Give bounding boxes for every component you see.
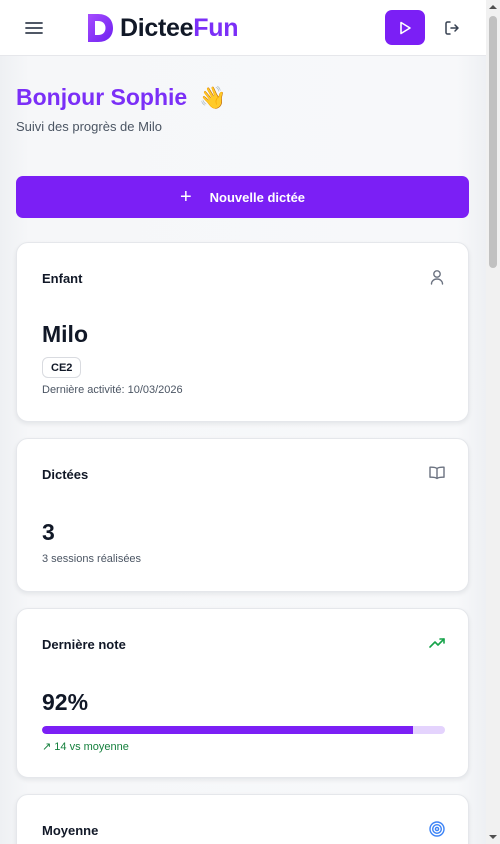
app-viewport: DicteeFun Bonjour Sophie 👋 Suivi des pro… [0,0,486,844]
trending-up-icon [429,638,445,648]
average-card-title: Moyenne [42,823,99,838]
last-score-card[interactable]: Dernière note 92% ↗ 14 vs moyenne [16,608,469,778]
child-card-title: Enfant [42,271,83,286]
last-score-value: 92% [42,689,89,715]
book-open-icon [429,466,445,480]
play-button[interactable] [385,10,425,45]
logout-icon [445,21,459,35]
dictations-count: 3 [42,519,55,545]
scroll-up-icon [489,5,497,9]
scroll-up-arrow[interactable] [486,0,500,14]
plus-icon: + [179,186,192,208]
menu-icon [25,22,43,34]
logout-button[interactable] [438,14,466,42]
app-logo[interactable]: DicteeFun [86,12,238,44]
new-dictation-button[interactable]: + Nouvelle dictée [16,176,469,218]
logo-text-part1: Dictee [120,13,194,42]
scroll-down-icon [489,835,497,839]
score-progress-fill [42,726,413,734]
logo-d-icon [88,14,113,42]
grade-badge: CE2 [42,357,82,378]
page-scrollbar[interactable] [486,0,500,844]
greeting-title: Bonjour Sophie [16,84,188,110]
score-progress-bar [42,726,445,734]
child-name: Milo [42,321,88,347]
dictations-caption: 3 sessions réalisées [42,553,142,565]
scroll-down-arrow[interactable] [486,830,500,844]
score-trend: ↗ 14 vs moyenne [42,741,129,753]
dictations-card-title: Dictées [42,467,89,482]
last-score-card-title: Dernière note [42,637,126,652]
dashboard-content: Bonjour Sophie 👋 Suivi des progrès de Mi… [0,56,486,844]
average-card[interactable]: Moyenne [16,794,469,844]
scroll-thumb[interactable] [489,16,497,268]
child-card[interactable]: Enfant Milo CE2 Dernière activité: 10/03… [16,242,469,422]
greeting-subtitle: Suivi des progrès de Milo [16,119,162,134]
play-icon [400,21,411,34]
logo-text-part2: Fun [193,13,239,42]
greeting-heading: Bonjour Sophie 👋 [16,84,227,111]
target-icon [429,821,445,837]
last-activity: Dernière activité: 10/03/2026 [42,384,183,396]
user-icon [430,270,444,285]
waving-hand-emoji: 👋 [199,84,227,110]
logo-text: DicteeFun [120,14,238,43]
menu-button[interactable] [20,16,48,40]
new-dictation-label: Nouvelle dictée [209,189,306,205]
dictations-card[interactable]: Dictées 3 3 sessions réalisées [16,438,469,592]
top-bar: DicteeFun [0,0,486,56]
